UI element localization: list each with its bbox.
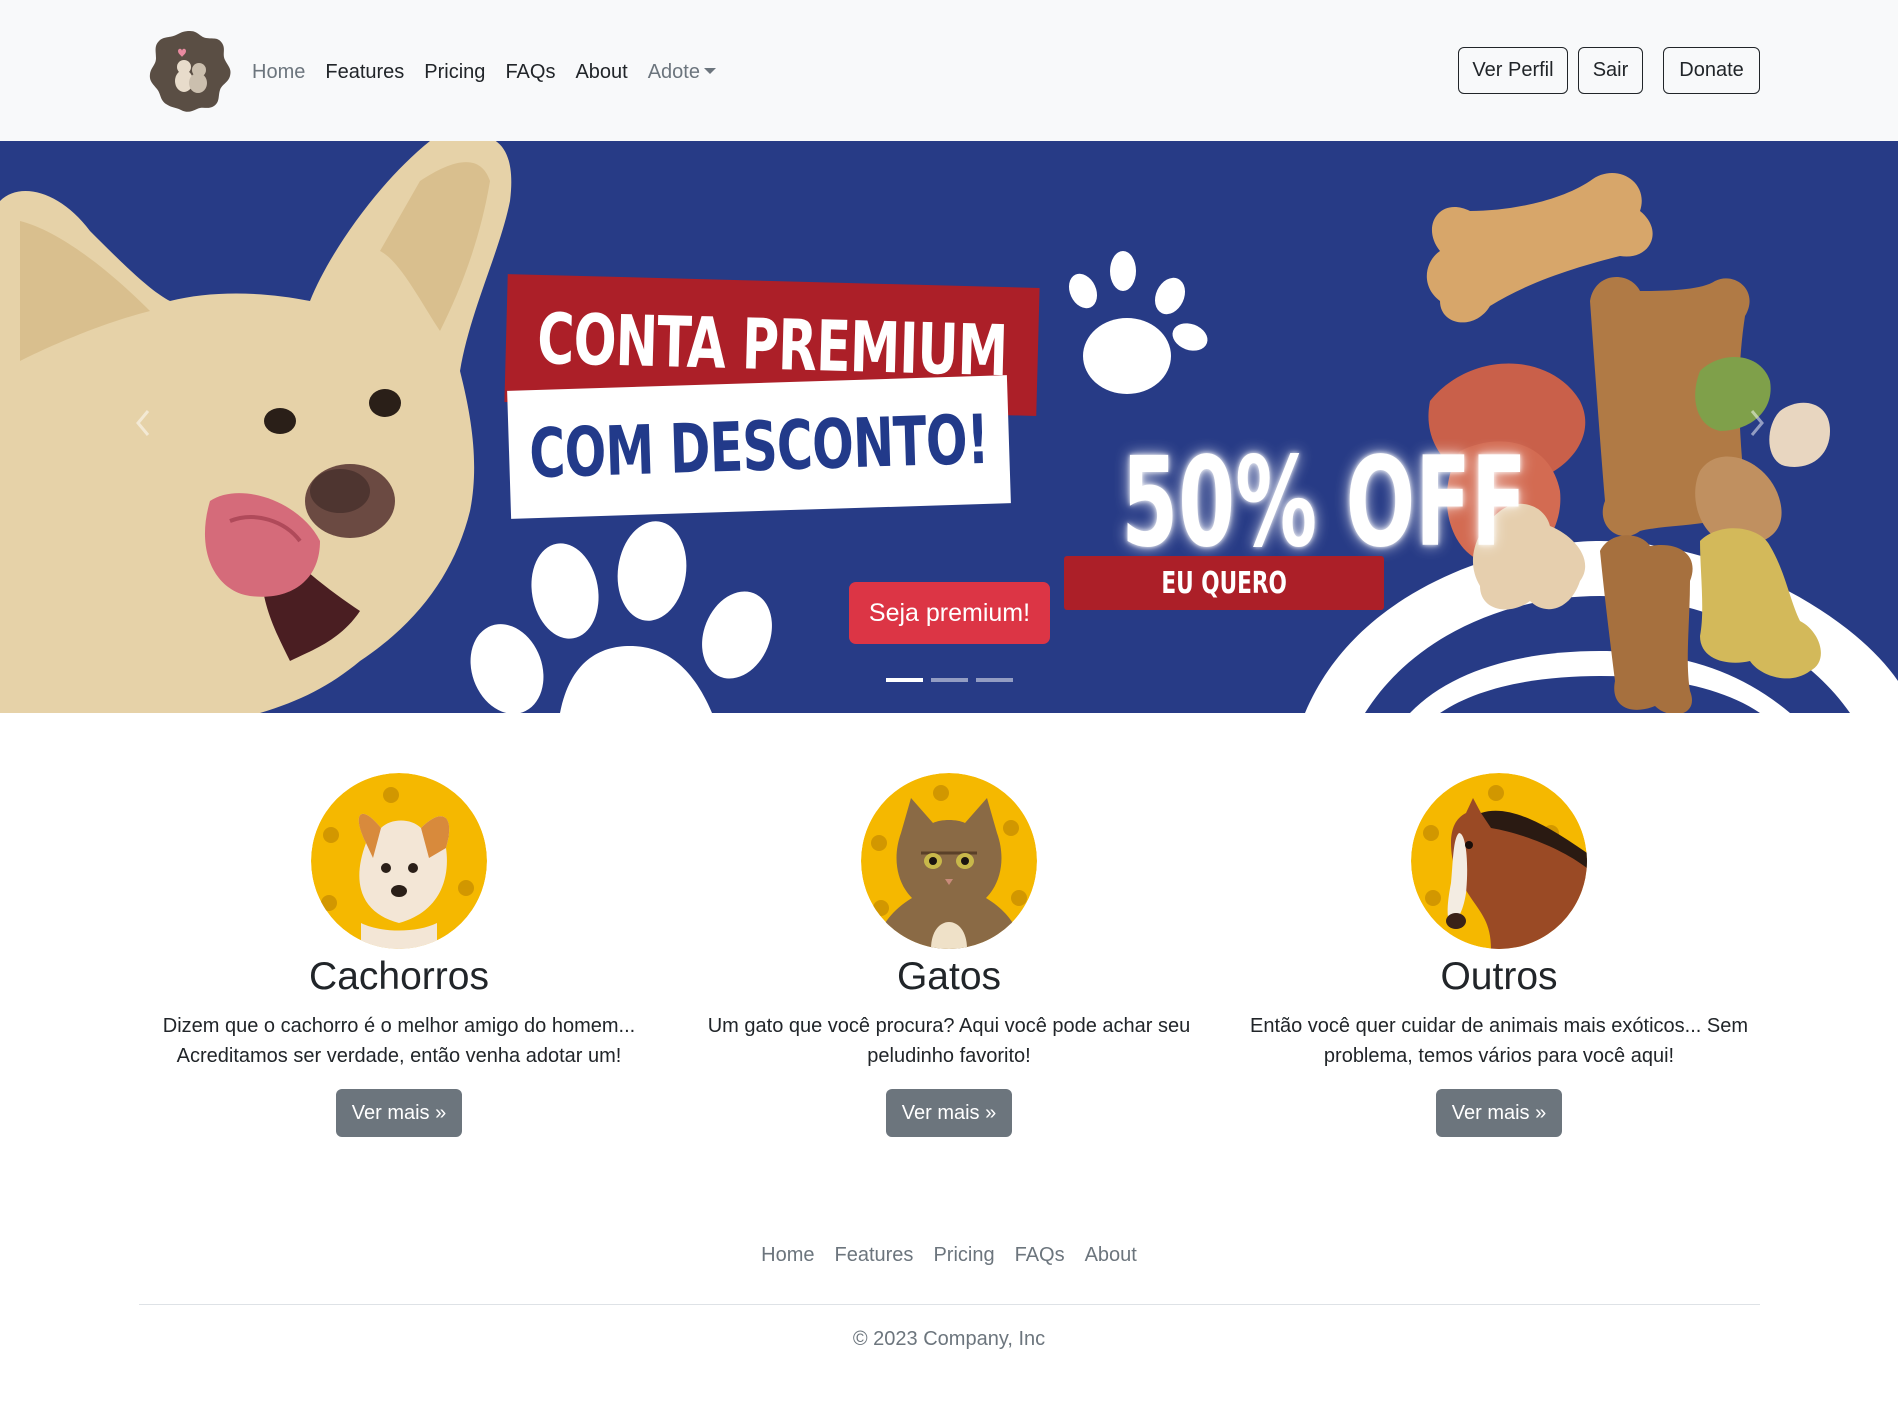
footer-link-faqs[interactable]: FAQs [1015,1244,1065,1267]
discount-cta-text: EU QUERO [1161,565,1287,601]
feature-text-dogs: Dizem que o cachorro é o melhor amigo do… [124,1011,674,1071]
footer-link-pricing[interactable]: Pricing [933,1244,994,1267]
feature-text-others: Então você quer cuidar de animais mais e… [1224,1011,1774,1071]
feature-text-cats: Um gato que você procura? Aqui você pode… [674,1011,1224,1071]
navbar: Home Features Pricing FAQs About Adote V… [0,0,1898,141]
copyright-text: © 2023 Company, Inc [852,1328,1046,1350]
nav-dropdown-label: Adote [647,60,700,83]
cats-more-button[interactable]: Ver mais » [885,1089,1013,1137]
nav-link-pricing[interactable]: Pricing [424,61,485,84]
others-more-button[interactable]: Ver mais » [1435,1089,1563,1137]
dogs-more-button[interactable]: Ver mais » [335,1089,463,1137]
promo-banner-line2: COM DESCONTO! [507,375,1011,519]
feature-title-others: Outros [1440,955,1558,998]
footer-link-features[interactable]: Features [835,1244,914,1267]
feature-card-others: Outros Então você quer cuidar de animais… [1224,773,1774,1137]
carousel-indicator-2[interactable] [931,678,968,682]
pet-logo-icon[interactable] [148,29,232,113]
promo-banner-line2-text: COM DESCONTO! [528,400,990,494]
caret-down-icon [703,67,716,74]
footer-link-about[interactable]: About [1085,1244,1137,1267]
nav-dropdown-adote[interactable]: Adote [648,61,716,84]
donate-button[interactable]: Donate [1663,47,1760,94]
feature-card-dogs: Cachorros Dizem que o cachorro é o melho… [124,773,674,1137]
discount-text: 50% OFF [1121,431,1527,575]
feature-text-cats-line2: peludinho favorito! [867,1045,1031,1067]
footer-divider [139,1304,1760,1305]
main-nav: Home Features Pricing FAQs About Adote [252,55,736,89]
carousel-indicator-1[interactable] [886,678,923,682]
feature-card-cats: Gatos Um gato que você procura? Aqui voc… [674,773,1224,1137]
premium-cta-button[interactable]: Seja premium! [849,582,1050,644]
nav-link-faqs[interactable]: FAQs [505,61,555,84]
nav-link-features[interactable]: Features [325,61,404,84]
horse-icon [1411,773,1587,949]
discount-cta-badge: EU QUERO [1064,556,1384,610]
feature-text-others-line2: problema, temos vários para você aqui! [1323,1045,1675,1067]
feature-title-dogs: Cachorros [309,955,489,998]
carousel-prev-icon[interactable] [128,403,158,443]
feature-title-cats: Gatos [896,955,1002,998]
logout-button[interactable]: Sair [1578,47,1643,94]
feature-text-dogs-line1: Dizem que o cachorro é o melhor amigo do… [162,1015,636,1037]
feature-text-dogs-line2: Acreditamos ser verdade, então venha ado… [176,1045,622,1067]
cat-icon [861,773,1037,949]
feature-text-cats-line1: Um gato que você procura? Aqui você pode… [707,1015,1191,1037]
dog-icon [311,773,487,949]
nav-link-about[interactable]: About [575,61,627,84]
footer-nav: Home Features Pricing FAQs About [0,1244,1898,1267]
view-profile-button[interactable]: Ver Perfil [1458,47,1568,94]
carousel-indicator-3[interactable] [976,678,1013,682]
carousel-indicators [886,678,1021,682]
footer-link-home[interactable]: Home [761,1244,814,1267]
feature-text-others-line1: Então você quer cuidar de animais mais e… [1249,1015,1749,1037]
promo-carousel: CONTA PREMIUM COM DESCONTO! 50% OFF EU Q… [0,141,1898,713]
nav-link-home[interactable]: Home [252,61,305,84]
carousel-next-icon[interactable] [1742,403,1772,443]
